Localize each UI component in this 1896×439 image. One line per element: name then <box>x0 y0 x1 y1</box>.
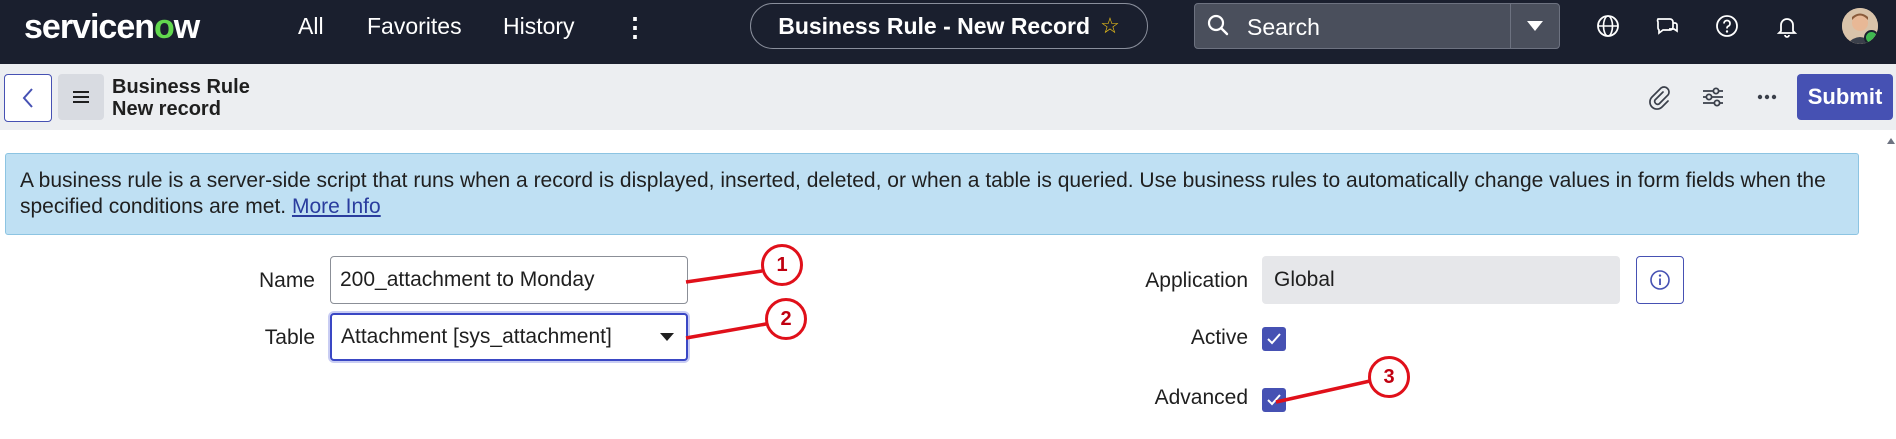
annotation-callout-1: 1 <box>761 244 803 286</box>
annotation-callout-2: 2 <box>765 298 807 340</box>
annotation-lines <box>685 269 1371 404</box>
annotation-callout-3: 3 <box>1368 356 1410 398</box>
